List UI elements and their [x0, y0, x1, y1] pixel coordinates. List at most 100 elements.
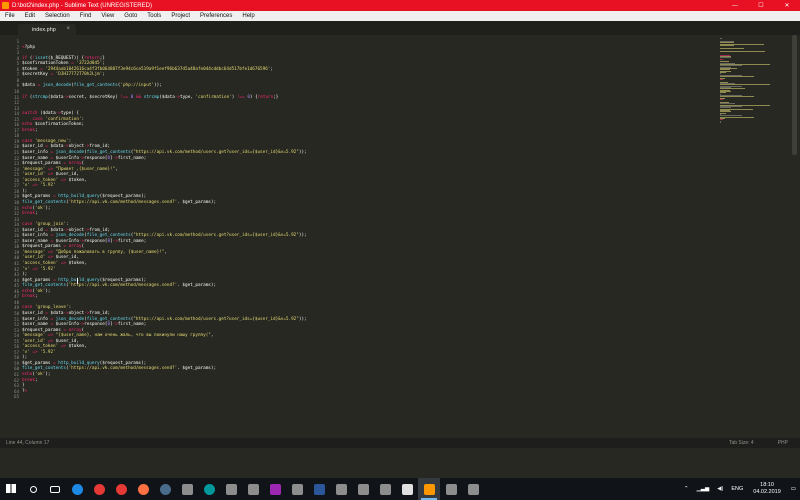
menu-help[interactable]: Help: [237, 13, 259, 19]
app-taskbar-button[interactable]: [440, 478, 462, 500]
firefox-taskbar-button[interactable]: [132, 478, 154, 500]
code-line[interactable]: $user_id = $data->object->from_id;: [22, 144, 110, 149]
menu-tools[interactable]: Tools: [142, 13, 166, 19]
menu-selection[interactable]: Selection: [40, 13, 75, 19]
code-line[interactable]: $secretKey = 'DJHI7772T70hJLjm';: [22, 72, 105, 77]
app-icon: [357, 483, 369, 495]
steam-taskbar-button[interactable]: [154, 478, 176, 500]
code-line[interactable]: break;: [22, 211, 38, 216]
code-line[interactable]: break;: [22, 128, 38, 133]
code-line[interactable]: file_get_contents('https://api.vk.com/me…: [22, 283, 216, 288]
line-number: 16: [14, 122, 19, 128]
code-line[interactable]: echo $confirmationToken;: [22, 122, 84, 127]
code-line[interactable]: $user_info = json_decode(file_get_conten…: [22, 233, 307, 238]
code-line[interactable]: }: [22, 383, 25, 388]
code-line[interactable]: file_get_contents('https://api.vk.com/me…: [22, 366, 216, 371]
opera-taskbar-button[interactable]: [110, 478, 132, 500]
code-area[interactable]: <?php if (!isset($_REQUEST)) {return;} $co…: [22, 35, 712, 438]
maximize-button[interactable]: ☐: [748, 0, 774, 11]
code-editor[interactable]: 1 2 3 4 5 6 7 8 9 10 11 12 13 14 15 16 17 18 19 20 21 22 23 24 2…: [0, 35, 800, 438]
network-icon[interactable]: ▁▃▅: [693, 486, 714, 492]
minimap[interactable]: [720, 37, 778, 127]
menu-edit[interactable]: Edit: [20, 13, 40, 19]
code-line[interactable]: $user_id = $data->object->from_id;: [22, 311, 110, 316]
code-line[interactable]: 'v' => '5.92': [22, 350, 56, 355]
app-taskbar-button[interactable]: [176, 478, 198, 500]
code-line[interactable]: $request_params = array(: [22, 244, 84, 249]
syntax-mode[interactable]: PHP: [766, 440, 800, 446]
app-taskbar-button[interactable]: [220, 478, 242, 500]
app-taskbar-button[interactable]: [330, 478, 352, 500]
minimap-line: [720, 76, 754, 78]
tray-chevron-icon[interactable]: ⌃: [680, 486, 693, 492]
app-taskbar-button[interactable]: [286, 478, 308, 500]
code-line[interactable]: $user_info = json_decode(file_get_conten…: [22, 317, 307, 322]
tab-close-icon[interactable]: ×: [66, 26, 70, 32]
app-taskbar-button[interactable]: [462, 478, 484, 500]
task-view-taskbar-button[interactable]: [44, 478, 66, 500]
chrome-taskbar-button[interactable]: [88, 478, 110, 500]
tab-index-php[interactable]: index.php ×: [18, 24, 76, 35]
code-line[interactable]: case 'group_leave':: [22, 305, 71, 310]
minimap-line: [720, 38, 723, 40]
code-line[interactable]: echo('ok');: [22, 206, 51, 211]
code-line[interactable]: $get_params = http_build_query($request_…: [22, 194, 146, 199]
edge-taskbar-button[interactable]: [66, 478, 88, 500]
menu-file[interactable]: File: [0, 13, 20, 19]
code-line[interactable]: break;: [22, 294, 38, 299]
arduino-taskbar-button[interactable]: [198, 478, 220, 500]
tab-size[interactable]: Tab Size: 4: [717, 440, 766, 446]
minimize-button[interactable]: —: [722, 0, 748, 11]
code-line[interactable]: file_get_contents('https://api.vk.com/me…: [22, 200, 216, 205]
code-line[interactable]: ?>: [22, 389, 27, 394]
code-line[interactable]: );: [22, 272, 27, 277]
line-number: 57: [14, 349, 19, 355]
code-line[interactable]: switch ($data->type) {: [22, 111, 79, 116]
code-line[interactable]: );: [22, 355, 27, 360]
code-line[interactable]: $user_name = $userInfo->response[0]->fir…: [22, 322, 146, 327]
code-line[interactable]: <?php: [22, 45, 35, 50]
word-taskbar-button[interactable]: [308, 478, 330, 500]
code-line[interactable]: 'v' => '5.92': [22, 267, 56, 272]
winrar-taskbar-button[interactable]: [264, 478, 286, 500]
menu-preferences[interactable]: Preferences: [195, 13, 237, 19]
code-line[interactable]: if (strcmp($data->secret, $secretKey) !=…: [22, 95, 278, 100]
line-number: 3: [16, 50, 19, 56]
app-taskbar-button[interactable]: [242, 478, 264, 500]
close-button[interactable]: ✕: [774, 0, 800, 11]
search-taskbar-button[interactable]: [22, 478, 44, 500]
code-line[interactable]: case 'group_join':: [22, 222, 69, 227]
app-icon: [247, 483, 259, 495]
language-indicator[interactable]: ENG: [727, 486, 747, 492]
notifications-icon[interactable]: ▭: [787, 486, 800, 492]
code-line[interactable]: break;: [22, 378, 38, 383]
chrome-icon: [93, 483, 105, 495]
code-line[interactable]: 'v' => '5.92': [22, 183, 56, 188]
code-line[interactable]: $user_info = json_decode(file_get_conten…: [22, 150, 307, 155]
app-icon: [379, 483, 391, 495]
code-line[interactable]: 'message' => "{$user_name}, нам очень жа…: [22, 333, 213, 338]
code-line[interactable]: 'user_id' => $user_id,: [22, 172, 79, 177]
start-taskbar-button[interactable]: [0, 478, 22, 500]
vertical-scrollbar[interactable]: [792, 35, 797, 155]
menu-project[interactable]: Project: [166, 13, 195, 19]
code-line[interactable]: $request_params = array(: [22, 161, 84, 166]
app-taskbar-button[interactable]: [374, 478, 396, 500]
code-line[interactable]: $request_params = array(: [22, 328, 84, 333]
code-line[interactable]: 'access_token' => $token,: [22, 261, 87, 266]
sublime-taskbar-button[interactable]: [418, 478, 440, 500]
app-taskbar-button[interactable]: [352, 478, 374, 500]
code-line[interactable]: $user_name = $userInfo->response[0]->fir…: [22, 156, 146, 161]
terminal-taskbar-button[interactable]: [396, 478, 418, 500]
code-line[interactable]: echo('ok');: [22, 372, 51, 377]
code-line[interactable]: $confirmationToken = '3722d045';: [22, 61, 105, 66]
line-number: 53: [14, 327, 19, 333]
code-line[interactable]: 'access_token' => $token,: [22, 344, 87, 349]
menu-find[interactable]: Find: [75, 13, 97, 19]
clock[interactable]: 18:10 04.02.2019: [747, 482, 787, 496]
code-line[interactable]: 'user_id' => $user_id,: [22, 255, 79, 260]
volume-icon[interactable]: ◀): [713, 486, 727, 492]
menu-goto[interactable]: Goto: [119, 13, 142, 19]
code-line[interactable]: $data = json_decode(file_get_contents('p…: [22, 83, 162, 88]
menu-view[interactable]: View: [96, 13, 119, 19]
